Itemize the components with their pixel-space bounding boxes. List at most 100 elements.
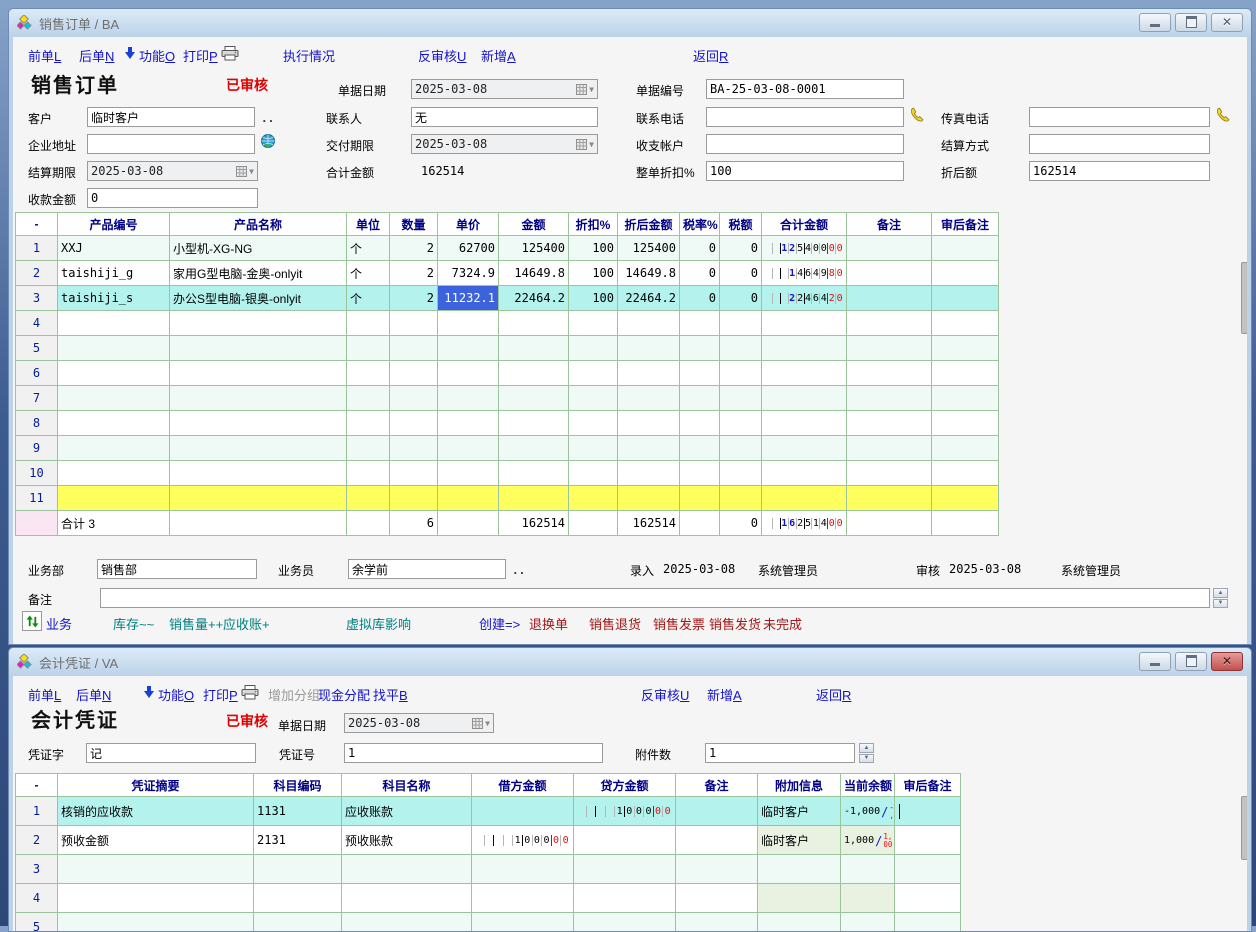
voucher-word-input[interactable]: [86, 743, 256, 763]
credit-ledger-cell[interactable]: 100000: [574, 797, 676, 826]
tax-cell[interactable]: [720, 411, 762, 436]
clerk-browse-button[interactable]: ..: [512, 564, 525, 577]
amount-cell[interactable]: [499, 486, 569, 511]
tax-cell[interactable]: [720, 486, 762, 511]
tax-rate-cell[interactable]: [680, 386, 720, 411]
row-number[interactable]: 2: [16, 261, 58, 286]
fax-input[interactable]: [1029, 107, 1210, 127]
row-number[interactable]: 9: [16, 436, 58, 461]
extra-info-cell[interactable]: 临时客户: [758, 797, 841, 826]
note-cell[interactable]: [847, 286, 932, 311]
product-name-cell[interactable]: [170, 461, 347, 486]
workflow-link[interactable]: 创建=>: [479, 614, 520, 633]
amount-cell[interactable]: [499, 336, 569, 361]
deliver-date-input[interactable]: 2025-03-08 ▼: [411, 134, 598, 154]
clerk-input[interactable]: [348, 559, 506, 579]
chevron-down-icon[interactable]: ▼: [249, 167, 254, 176]
chevron-down-icon[interactable]: ▼: [589, 140, 594, 149]
audit-note-cell[interactable]: [932, 436, 999, 461]
tax-cell[interactable]: [720, 386, 762, 411]
minimize-button[interactable]: [1139, 652, 1171, 671]
table-row[interactable]: 11: [16, 486, 999, 511]
table-row[interactable]: 6: [16, 361, 999, 386]
tax-cell[interactable]: 0: [720, 236, 762, 261]
unaudit-button[interactable]: 反审核U: [641, 685, 689, 704]
audit-note-cell[interactable]: [895, 797, 961, 826]
discount-cell[interactable]: [569, 311, 618, 336]
price-cell[interactable]: [438, 486, 499, 511]
price-cell[interactable]: [438, 411, 499, 436]
qty-cell[interactable]: [390, 411, 438, 436]
unit-cell[interactable]: [347, 436, 390, 461]
product-code-cell[interactable]: taishiji_s: [58, 286, 170, 311]
account-name-cell[interactable]: [342, 913, 472, 932]
refresh-icon[interactable]: [22, 611, 42, 631]
product-name-cell[interactable]: [170, 411, 347, 436]
audit-note-cell[interactable]: [932, 261, 999, 286]
extra-info-cell[interactable]: [758, 855, 841, 884]
extra-info-cell[interactable]: [758, 913, 841, 932]
discount-cell[interactable]: [569, 336, 618, 361]
doc-date-input[interactable]: 2025-03-08 ▼: [411, 79, 598, 99]
tax-rate-cell[interactable]: [680, 461, 720, 486]
credit-ledger-cell[interactable]: [574, 826, 676, 855]
attach-spinner[interactable]: ▲▼: [859, 743, 874, 763]
amount-cell[interactable]: [499, 411, 569, 436]
discounted-amount-cell[interactable]: [618, 311, 680, 336]
account-code-cell[interactable]: [254, 913, 342, 932]
audit-note-cell[interactable]: [932, 236, 999, 261]
extra-info-cell[interactable]: [758, 884, 841, 913]
table-row[interactable]: 4: [16, 311, 999, 336]
account-code-cell[interactable]: 1131: [254, 797, 342, 826]
product-code-cell[interactable]: [58, 336, 170, 361]
qty-cell[interactable]: [390, 336, 438, 361]
unit-cell[interactable]: [347, 336, 390, 361]
settle-date-input[interactable]: 2025-03-08 ▼: [87, 161, 258, 181]
discount-cell[interactable]: 100: [569, 236, 618, 261]
discounted-amount-cell[interactable]: [618, 486, 680, 511]
product-code-cell[interactable]: [58, 486, 170, 511]
print-button[interactable]: 打印P: [183, 46, 218, 65]
attach-count-input[interactable]: [705, 743, 855, 763]
note-cell[interactable]: [847, 236, 932, 261]
summary-cell[interactable]: [58, 855, 254, 884]
total-ledger-cell[interactable]: 1464980: [762, 261, 847, 286]
add-new-button[interactable]: 新增A: [707, 685, 742, 704]
product-name-cell[interactable]: [170, 336, 347, 361]
current-balance-cell[interactable]: [841, 913, 895, 932]
note-cell[interactable]: [676, 797, 758, 826]
account-name-cell[interactable]: [342, 884, 472, 913]
price-cell[interactable]: [438, 336, 499, 361]
unit-cell[interactable]: [347, 311, 390, 336]
note-cell[interactable]: [676, 855, 758, 884]
return-button[interactable]: 返回R: [693, 46, 728, 65]
workflow-link[interactable]: 销售退货: [589, 614, 641, 633]
total-ledger-cell[interactable]: 2246420: [762, 286, 847, 311]
price-cell[interactable]: [438, 436, 499, 461]
product-code-cell[interactable]: XXJ: [58, 236, 170, 261]
note-input[interactable]: [100, 588, 1210, 608]
summary-cell[interactable]: 预收金额: [58, 826, 254, 855]
qty-cell[interactable]: 2: [390, 236, 438, 261]
discounted-amount-cell[interactable]: [618, 411, 680, 436]
summary-cell[interactable]: [58, 913, 254, 932]
tax-rate-cell[interactable]: [680, 311, 720, 336]
workflow-link[interactable]: 销售量++: [169, 614, 223, 633]
row-number[interactable]: 3: [16, 286, 58, 311]
total-ledger-cell[interactable]: [762, 361, 847, 386]
tax-rate-cell[interactable]: 0: [680, 261, 720, 286]
total-ledger-cell[interactable]: 12540000: [762, 236, 847, 261]
discount-cell[interactable]: [569, 486, 618, 511]
tax-cell[interactable]: [720, 461, 762, 486]
workflow-link[interactable]: 业务: [46, 614, 72, 633]
doc-no-input[interactable]: [706, 79, 904, 99]
product-code-cell[interactable]: [58, 311, 170, 336]
price-cell[interactable]: [438, 311, 499, 336]
prev-doc-button[interactable]: 前单L: [28, 46, 61, 65]
table-row[interactable]: 3taishiji_s办公S型电脑-银奥-onlyit个211232.12246…: [16, 286, 999, 311]
tax-cell[interactable]: 0: [720, 286, 762, 311]
audit-note-cell[interactable]: [895, 913, 961, 932]
row-number[interactable]: 1: [16, 797, 58, 826]
account-name-cell[interactable]: 应收账款: [342, 797, 472, 826]
discount-input[interactable]: [706, 161, 904, 181]
